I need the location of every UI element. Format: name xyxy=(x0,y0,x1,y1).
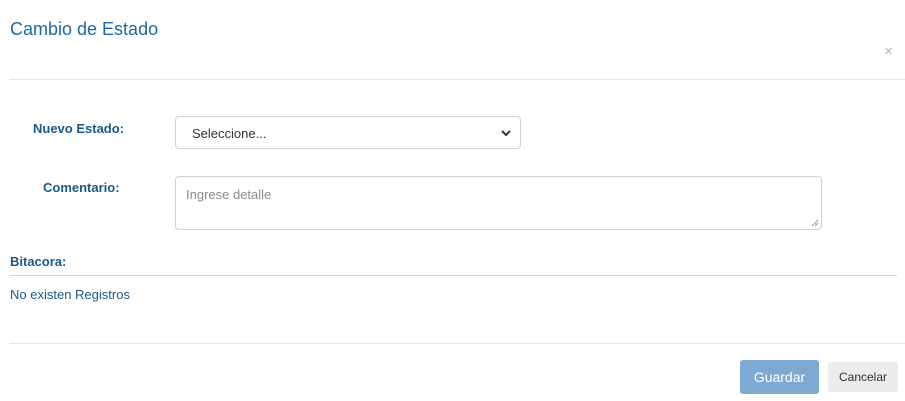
comentario-placeholder: Ingrese detalle xyxy=(186,187,272,202)
close-icon[interactable]: × xyxy=(884,44,893,59)
nuevo-estado-label: Nuevo Estado: xyxy=(33,121,125,136)
footer-divider xyxy=(10,343,905,344)
resize-grip-icon[interactable] xyxy=(811,219,819,227)
modal-header: Cambio de Estado × xyxy=(0,0,905,80)
bitacora-empty-text: No existen Registros xyxy=(10,287,130,302)
modal-title: Cambio de Estado xyxy=(10,19,159,39)
estado-select-value: Seleccione... xyxy=(192,126,267,141)
bitacora-divider xyxy=(10,275,897,276)
header-divider xyxy=(10,79,905,80)
comentario-label: Comentario: xyxy=(43,180,120,195)
estado-select[interactable]: Seleccione... xyxy=(175,116,521,149)
save-button[interactable]: Guardar xyxy=(740,360,819,394)
bitacora-title: Bitacora: xyxy=(10,254,67,269)
chevron-down-icon xyxy=(501,130,511,137)
cancel-button[interactable]: Cancelar xyxy=(828,362,898,392)
modal-dialog: Cambio de Estado × Nuevo Estado: Selecci… xyxy=(0,0,905,401)
comentario-textarea[interactable]: Ingrese detalle xyxy=(175,176,822,230)
